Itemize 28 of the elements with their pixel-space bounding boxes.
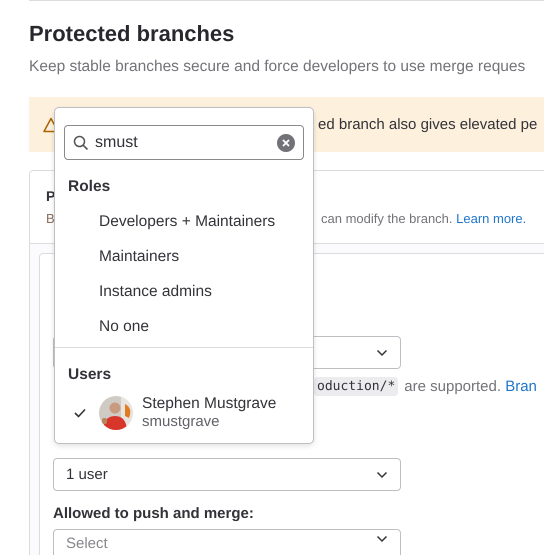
chevron-down-icon — [376, 470, 388, 478]
page-title: Protected branches — [29, 21, 236, 47]
clear-icon[interactable] — [277, 134, 295, 152]
role-option[interactable]: Maintainers — [55, 239, 313, 274]
code-snippet: oduction/* — [314, 376, 398, 396]
card-description-start: B — [46, 211, 56, 226]
users-heading: Users — [67, 365, 112, 385]
user-name: Stephen Mustgrave — [142, 395, 276, 413]
card-description: can modify the branch. Learn more. — [321, 211, 526, 226]
role-option[interactable]: No one — [55, 309, 313, 344]
page-description: Keep stable branches secure and force developers to use merge reques — [29, 57, 526, 77]
push-merge-label: Allowed to push and merge: — [53, 504, 255, 524]
branches-link[interactable]: Bran — [505, 378, 537, 394]
learn-more-link[interactable]: Learn more. — [456, 211, 526, 226]
chevron-down-icon — [376, 348, 388, 356]
role-option[interactable]: Instance admins — [55, 274, 313, 309]
search-icon — [73, 134, 89, 150]
merge-select[interactable]: 1 user — [53, 458, 401, 491]
search-field[interactable]: smust — [64, 125, 304, 160]
push-merge-select[interactable]: Select — [53, 529, 401, 555]
check-icon — [73, 406, 87, 420]
role-option[interactable]: Developers + Maintainers — [55, 204, 313, 239]
help-text: are supported. Bran — [404, 378, 537, 394]
user-handle: smustgrave — [142, 413, 221, 431]
chevron-down-icon — [376, 535, 388, 543]
roles-heading: Roles — [67, 177, 112, 197]
alert-text: ed branch also gives elevated pe — [318, 116, 538, 133]
user-option[interactable]: Stephen Mustgrave smustgrave — [55, 391, 313, 435]
